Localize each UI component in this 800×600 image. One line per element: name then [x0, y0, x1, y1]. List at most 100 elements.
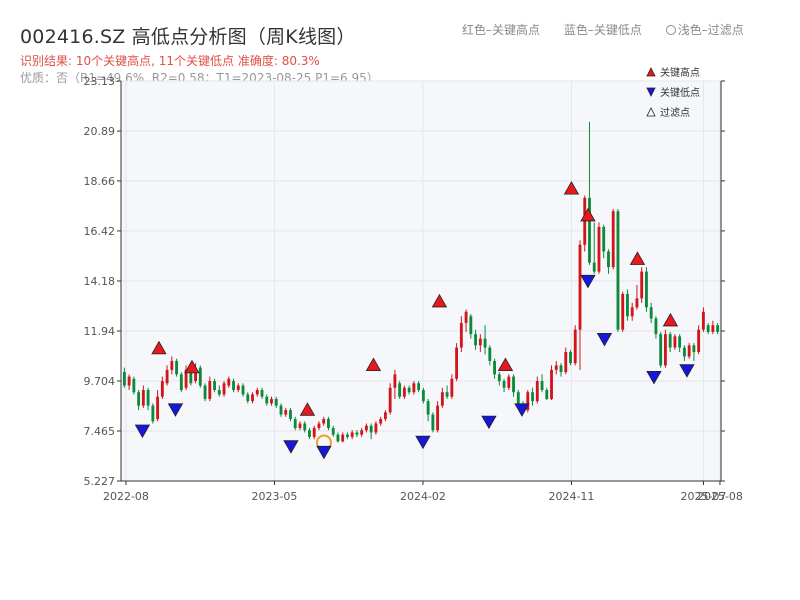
candle-body: [402, 387, 406, 397]
candle-body: [488, 347, 492, 361]
legend-label: 关键高点: [660, 66, 700, 79]
candle-body: [607, 251, 610, 268]
y-tick-label: 16.42: [84, 225, 116, 238]
candle-body: [564, 352, 568, 373]
candle-body: [626, 293, 629, 317]
candle-body: [673, 336, 677, 348]
candle-body: [493, 360, 496, 375]
candle-body: [407, 387, 411, 393]
candle-body: [697, 329, 701, 353]
candle-body: [132, 378, 136, 393]
candle-body: [379, 419, 383, 424]
candle-body: [445, 392, 449, 397]
candle-body: [217, 389, 221, 395]
candle-body: [550, 369, 553, 399]
candle-body: [260, 389, 264, 397]
candle-body: [497, 374, 501, 382]
candle-body: [716, 325, 720, 332]
legend-marker: [646, 67, 656, 77]
candle-body: [573, 329, 577, 364]
candle-body: [687, 345, 691, 357]
candle-body: [170, 360, 174, 370]
candle-body: [540, 381, 544, 390]
candle-body: [336, 434, 340, 442]
candle-body: [640, 271, 644, 299]
candle-body: [270, 398, 273, 404]
y-tick-label: 20.89: [84, 125, 116, 138]
candle-body: [279, 405, 283, 415]
candle-body: [559, 365, 563, 373]
candle-body: [312, 427, 316, 437]
candle-body: [355, 432, 359, 435]
candle-body: [507, 376, 511, 388]
x-tick-label: 2024-02: [400, 490, 446, 503]
candle-body: [663, 334, 667, 366]
candle-body: [588, 197, 591, 263]
candle-body: [203, 385, 207, 399]
candle-body: [616, 211, 620, 330]
candle-body: [341, 434, 345, 442]
candle-body: [502, 381, 506, 388]
candle-body: [417, 383, 421, 390]
candle-body: [578, 244, 582, 330]
candle-body: [151, 405, 155, 422]
candle-body: [251, 394, 254, 402]
candle-body: [436, 405, 440, 431]
candle-body: [659, 334, 663, 366]
legend-label: 过滤点: [660, 106, 690, 119]
candle-body: [327, 419, 330, 428]
x-tick-label: 2022-08: [103, 490, 149, 503]
candle-body: [464, 311, 468, 323]
candlestick-chart: 5.227 7.465 9.704 11.94 14.18 16.42 18.66 20.89…: [84, 66, 743, 503]
candle-body: [208, 381, 212, 399]
candle-body: [331, 427, 335, 435]
y-tick-label: 18.66: [84, 175, 116, 188]
candle-body: [701, 311, 705, 330]
candle-body: [308, 430, 311, 437]
candle-body: [255, 389, 259, 395]
candle-body: [569, 352, 572, 364]
candle-body: [156, 396, 160, 420]
candle-body: [516, 392, 520, 404]
candle-body: [236, 385, 240, 390]
candle-body: [198, 367, 202, 386]
candle-body: [455, 347, 459, 379]
candle-body: [654, 318, 658, 335]
candle-body: [478, 338, 482, 346]
x-tick-label: 2024-11: [548, 490, 594, 503]
candle-body: [293, 419, 297, 428]
candle-body: [122, 372, 126, 386]
candle-body: [322, 419, 326, 424]
candle-body: [284, 410, 288, 415]
candle-body: [711, 325, 715, 332]
candle-body: [227, 378, 231, 386]
candle-body: [706, 325, 710, 332]
candle-body: [146, 389, 150, 406]
candle-body: [274, 398, 278, 406]
candle-body: [298, 423, 302, 428]
candle-body: [431, 414, 435, 431]
x-tick-label: 2023-05: [251, 490, 297, 503]
candle-body: [127, 376, 131, 386]
candle-body: [469, 316, 473, 335]
candle-body: [179, 374, 183, 390]
candle-body: [611, 211, 615, 268]
candle-body: [649, 307, 653, 319]
candle-body: [597, 226, 601, 272]
candle-body: [535, 381, 539, 402]
candle-body: [393, 374, 397, 388]
candle-body: [383, 412, 387, 420]
candle-body: [678, 336, 682, 348]
candle-body: [317, 423, 321, 428]
candle-body: [364, 425, 368, 431]
candle-body: [440, 392, 444, 406]
candle-body: [645, 271, 648, 308]
candle-body: [232, 381, 235, 390]
y-tick-label: 23.13: [84, 75, 116, 88]
candle-body: [421, 389, 425, 402]
candle-body: [602, 226, 606, 252]
candle-body: [531, 392, 534, 402]
candle-body: [459, 322, 463, 348]
y-tick-label: 14.18: [84, 275, 116, 288]
candle-body: [137, 392, 141, 406]
